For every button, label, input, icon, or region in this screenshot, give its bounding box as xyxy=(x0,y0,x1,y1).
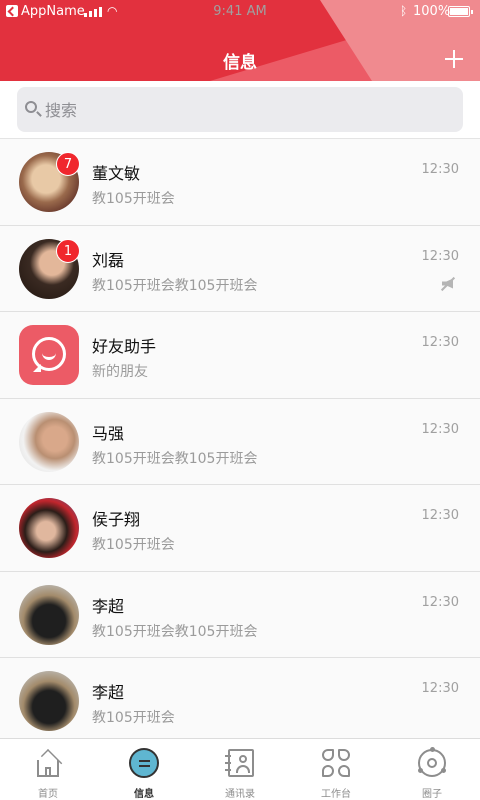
workbench-icon xyxy=(321,748,351,778)
message-time: 12:30 xyxy=(421,421,459,437)
search-box[interactable] xyxy=(17,87,463,132)
avatar xyxy=(19,584,79,645)
tab-workbench[interactable]: 工作台 xyxy=(288,739,384,800)
message-time: 12:30 xyxy=(421,162,459,177)
tab-home[interactable]: 首页 xyxy=(0,739,96,800)
plus-icon[interactable] xyxy=(444,49,464,69)
contact-name: 董文敏 xyxy=(92,164,141,183)
message-preview: 教105开班会教105开班会 xyxy=(92,450,258,467)
contact-name: 刘磊 xyxy=(92,250,125,270)
message-preview: 新的朋友 xyxy=(92,364,148,380)
tab-circle[interactable]: 圈子 xyxy=(384,739,480,800)
message-time: 12:30 xyxy=(421,594,459,610)
avatar xyxy=(19,498,79,558)
message-time: 12:30 xyxy=(421,508,459,523)
message-preview: 教105开班会教105开班会 xyxy=(92,623,258,640)
chat-bubble-icon xyxy=(19,325,79,385)
battery-percent: 100% xyxy=(413,4,451,19)
search-bar-container xyxy=(0,81,480,139)
contacts-icon xyxy=(225,748,255,778)
tab-messages[interactable]: 信息 xyxy=(96,739,192,800)
conversation-row[interactable]: 马强 教105开班会教105开班会 12:30 xyxy=(0,398,480,485)
conversation-list: 7 董文敏 教105开班会 12:30 1 刘磊 教105开班会教105开班会 … xyxy=(0,139,480,745)
message-preview: 教105开班会 xyxy=(92,710,175,726)
home-icon xyxy=(33,748,63,778)
circle-icon xyxy=(417,747,447,778)
unread-badge: 7 xyxy=(56,152,80,176)
message-icon xyxy=(129,748,159,778)
app-header: AppName ◠ 9:41 AM ᛒ 100% 信息 xyxy=(0,0,480,81)
contact-name: 马强 xyxy=(92,423,125,443)
conversation-row[interactable]: 李超 教105开班会 12:30 xyxy=(0,658,480,745)
contact-name: 李超 xyxy=(92,596,125,616)
message-preview: 教105开班会 xyxy=(92,191,175,207)
unread-badge: 1 xyxy=(56,238,80,263)
battery-icon xyxy=(448,6,473,17)
message-time: 12:30 xyxy=(421,335,459,350)
conversation-row[interactable]: 李超 教105开班会教105开班会 12:30 xyxy=(0,571,480,658)
contact-name: 好友助手 xyxy=(92,337,157,356)
status-time: 9:41 AM xyxy=(213,4,267,19)
conversation-row[interactable]: 好友助手 新的朋友 12:30 xyxy=(0,312,480,399)
mute-icon xyxy=(440,276,456,292)
tab-bar: 首页 信息 通讯录 工作台 圈子 xyxy=(0,738,480,800)
conversation-row[interactable]: 1 刘磊 教105开班会教105开班会 12:30 xyxy=(0,225,480,312)
tab-label: 信息 xyxy=(134,789,154,800)
contact-name: 李超 xyxy=(92,683,125,702)
tab-label: 通讯录 xyxy=(225,789,255,800)
message-time: 12:30 xyxy=(421,681,459,696)
tab-label: 圈子 xyxy=(422,789,442,800)
search-input[interactable] xyxy=(45,95,445,125)
tab-label: 首页 xyxy=(38,789,58,800)
conversation-row[interactable]: 侯子翔 教105开班会 12:30 xyxy=(0,485,480,572)
message-preview: 教105开班会教105开班会 xyxy=(92,277,258,294)
avatar xyxy=(19,671,79,731)
contact-name: 侯子翔 xyxy=(92,510,141,529)
conversation-row[interactable]: 7 董文敏 教105开班会 12:30 xyxy=(0,139,480,226)
bluetooth-icon: ᛒ xyxy=(400,4,408,18)
search-icon xyxy=(25,101,37,113)
page-title: 信息 xyxy=(223,53,257,73)
tab-label: 工作台 xyxy=(321,789,351,800)
avatar xyxy=(19,411,79,472)
message-preview: 教105开班会 xyxy=(92,537,175,553)
tab-contacts[interactable]: 通讯录 xyxy=(192,739,288,800)
status-bar: AppName ◠ 9:41 AM ᛒ 100% xyxy=(0,0,480,24)
message-time: 12:30 xyxy=(421,248,459,264)
